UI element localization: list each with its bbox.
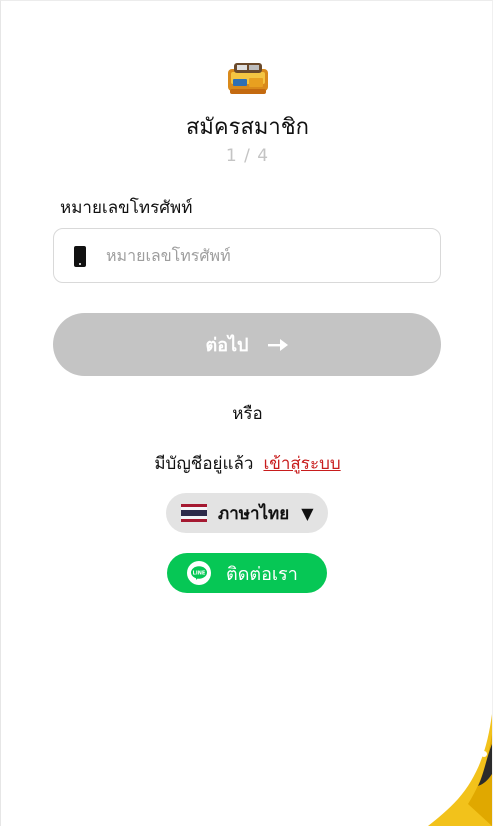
language-label: ภาษาไทย — [218, 503, 290, 524]
login-link[interactable]: เข้าสู่ระบบ — [263, 454, 340, 474]
or-divider-text: หรือ — [232, 404, 263, 424]
page-title: สมัครสมาชิก — [186, 115, 309, 140]
phone-input[interactable] — [106, 229, 426, 282]
next-button-label: ต่อไป — [205, 335, 249, 356]
line-icon-text: LINE — [193, 571, 206, 577]
chevron-down-icon: ▼ — [301, 503, 314, 523]
login-prompt-row: มีบัญชีอยู่แล้ว เข้าสู่ระบบ — [1, 450, 493, 477]
login-prompt-text: มีบัญชีอยู่แล้ว — [154, 454, 254, 474]
contact-us-label: ติดต่อเรา — [226, 563, 298, 585]
arrow-right-icon — [268, 338, 289, 351]
contact-us-button[interactable]: LINE ติดต่อเรา — [167, 553, 327, 593]
language-selector[interactable]: ภาษาไทย ▼ — [166, 493, 328, 533]
decorative-gold-corner-art — [428, 714, 492, 826]
page-frame: สมัครสมาชิก 1 / 4 หมายเลขโทรศัพท์ ต่อไป … — [0, 0, 493, 826]
step-indicator: 1 / 4 — [225, 146, 270, 166]
thailand-flag-icon — [181, 504, 207, 522]
smartphone-icon — [74, 246, 86, 267]
site-logo — [228, 63, 268, 94]
next-button[interactable]: ต่อไป — [53, 313, 441, 376]
phone-input-wrapper[interactable] — [53, 228, 441, 283]
line-app-icon: LINE — [187, 561, 211, 585]
phone-field-label: หมายเลขโทรศัพท์ — [60, 198, 193, 218]
